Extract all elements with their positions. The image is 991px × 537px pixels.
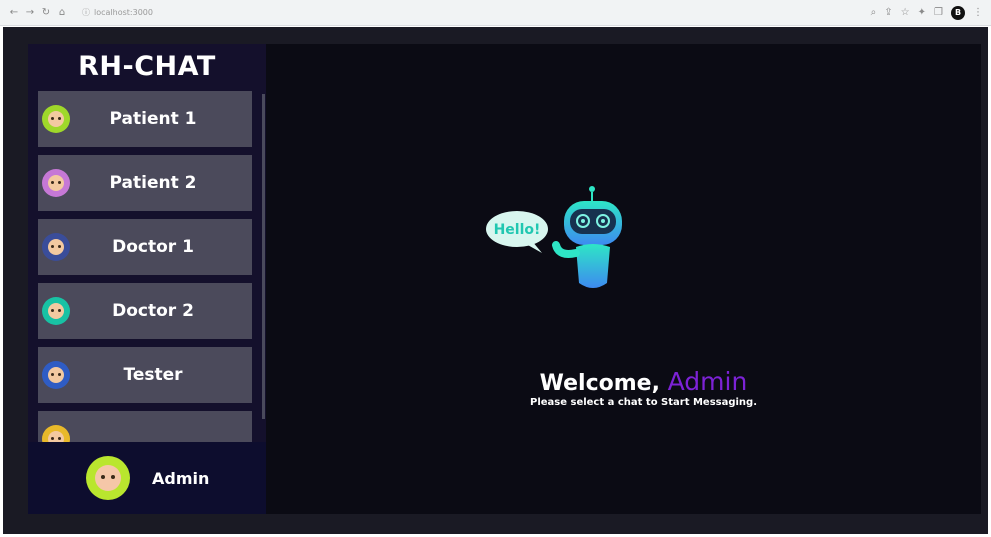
contact-patient-2[interactable]: Patient 2 (38, 155, 252, 211)
share-icon[interactable]: ⇪ (884, 7, 892, 18)
welcome-subtext: Please select a chat to Start Messaging. (529, 397, 758, 408)
contact-partial[interactable] (38, 411, 252, 443)
avatar-icon (42, 233, 70, 261)
chat-app: RH-CHAT Patient 1 Patient 2 Doctor 1 Doc… (28, 44, 981, 514)
contact-doctor-2[interactable]: Doctor 2 (38, 283, 252, 339)
contact-name: Tester (123, 365, 183, 385)
menu-icon[interactable]: ⋮ (973, 7, 983, 18)
back-icon[interactable]: ← (8, 7, 20, 18)
contact-doctor-1[interactable]: Doctor 1 (38, 219, 252, 275)
contact-scrollbar[interactable] (262, 94, 265, 419)
contact-name: Doctor 2 (112, 301, 194, 321)
avatar-icon (42, 105, 70, 133)
pin-icon[interactable]: ✦ (918, 7, 926, 18)
welcome-greeting: Welcome, (539, 371, 660, 396)
contact-patient-1[interactable]: Patient 1 (38, 91, 252, 147)
home-icon[interactable]: ⌂ (56, 7, 68, 18)
reload-icon[interactable]: ↻ (40, 7, 52, 18)
contact-tester[interactable]: Tester (38, 347, 252, 403)
avatar-icon (42, 169, 70, 197)
profile-avatar[interactable]: B (951, 5, 965, 20)
url-text: localhost:3000 (94, 8, 153, 17)
app-brand: RH-CHAT (78, 50, 216, 82)
avatar-icon (42, 297, 70, 325)
browser-toolbar: ← → ↻ ⌂ ⓘ localhost:3000 ⌕ ⇪ ☆ ✦ ❐ B ⋮ (0, 0, 991, 26)
welcome-message: Welcome, Admin Please select a chat to S… (266, 367, 981, 408)
sidebar: RH-CHAT Patient 1 Patient 2 Doctor 1 Doc… (28, 44, 266, 514)
contact-name: Patient 2 (109, 173, 197, 193)
avatar-icon (42, 425, 70, 443)
speech-bubble-icon: Hello! (486, 211, 548, 253)
avatar-icon (42, 361, 70, 389)
current-user-name: Admin (152, 468, 210, 488)
forward-icon[interactable]: → (24, 7, 36, 18)
welcome-username: Admin (667, 367, 748, 396)
bubble-text: Hello! (494, 222, 541, 238)
browser-actions: ⌕ ⇪ ☆ ✦ ❐ B ⋮ (871, 5, 983, 20)
current-user-panel[interactable]: Admin (28, 442, 266, 514)
info-icon: ⓘ (82, 8, 90, 17)
admin-avatar (86, 456, 130, 500)
tab-icon[interactable]: ❐ (934, 7, 943, 18)
contact-list[interactable]: Patient 1 Patient 2 Doctor 1 Doctor 2 Te… (38, 91, 252, 443)
robot-illustration: Hello! (486, 186, 622, 288)
contact-name: Patient 1 (109, 109, 197, 129)
zoom-icon[interactable]: ⌕ (871, 7, 877, 18)
chat-area: Hello! Welcome, Admin Please select a ch… (266, 44, 981, 514)
contact-name: Doctor 1 (112, 237, 194, 257)
welcome-heading: Welcome, Admin (306, 367, 981, 396)
address-bar[interactable]: ⓘ localhost:3000 (82, 6, 153, 20)
star-icon[interactable]: ☆ (901, 7, 910, 18)
